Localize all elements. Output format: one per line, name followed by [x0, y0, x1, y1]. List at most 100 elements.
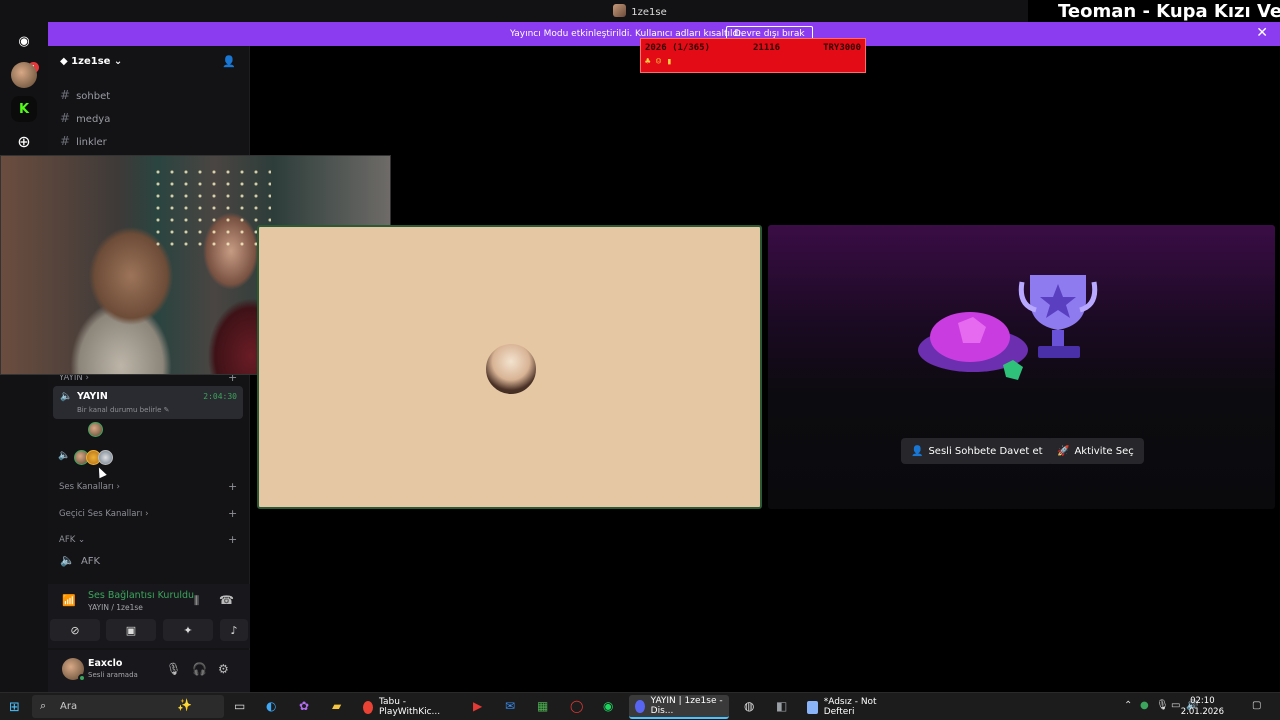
voice-participant-tile[interactable] — [257, 225, 762, 509]
button-label: Aktivite Seç — [1074, 445, 1134, 457]
now-playing-overlay: Teoman - Kupa Kızı Ve Sinek — [1028, 0, 1280, 22]
obs-icon[interactable]: ◍ — [744, 699, 754, 713]
invite-to-voice-button[interactable]: 👤 Sesli Sohbete Davet et — [901, 438, 1053, 464]
button-label: Sesli Sohbete Davet et — [928, 445, 1043, 457]
channel-sohbet[interactable]: # sohbet — [60, 88, 110, 102]
user-status: Sesli aramada — [88, 671, 138, 679]
online-status-dot — [78, 674, 86, 682]
tray-app-icon[interactable]: ● — [1140, 700, 1149, 711]
capcut-icon[interactable]: ◧ — [776, 699, 787, 713]
microphone-icon[interactable]: 🎙 — [166, 662, 181, 676]
voice-channel-yayin[interactable]: 🔈 YAYIN Bir kanal durumu belirle ✎ 2:04:… — [53, 386, 243, 419]
activities-button[interactable]: ✦ — [163, 619, 213, 641]
add-user-icon: 👤 — [911, 445, 924, 457]
store-icon[interactable]: ▦ — [537, 699, 548, 713]
choose-activity-button[interactable]: 🚀 Aktivite Seç — [1047, 438, 1144, 464]
user-panel: Eaxclo Sesli aramada 🎙 🎧 ⚙ — [48, 650, 250, 692]
youtube-icon[interactable]: ▶ — [473, 699, 482, 713]
goal-count: 21116 — [753, 43, 781, 53]
server-icon-kick[interactable]: K — [11, 96, 37, 122]
add-server-icon[interactable]: ⊕ — [11, 128, 37, 154]
server-icon-1ze1se[interactable] — [11, 62, 37, 88]
taskbar-app-discord[interactable]: YAYIN | 1ze1se - Dis... — [629, 695, 729, 719]
taskbar-app-notepad[interactable]: *Adsız - Not Defteri — [801, 695, 901, 719]
spotify-icon[interactable]: ◉ — [603, 699, 613, 713]
invite-people-icon[interactable]: 👤 — [222, 55, 236, 68]
hash-icon: # — [60, 134, 71, 148]
speaker-icon: 🔈 — [60, 553, 75, 567]
category-label: Ses Kanalları — [59, 482, 114, 492]
screen-share-button[interactable]: ▣ — [106, 619, 156, 641]
file-explorer-icon[interactable]: ▰ — [332, 699, 341, 713]
server-avatar-icon — [613, 4, 627, 17]
opera-icon[interactable]: ◯ — [570, 699, 583, 713]
hash-icon: # — [60, 88, 71, 102]
disconnect-icon[interactable]: ☎ — [219, 593, 234, 607]
voice-channel-afk[interactable]: 🔈 AFK — [60, 553, 100, 567]
rocket-icon: 🚀 — [1057, 445, 1070, 457]
voice-connected-subtitle[interactable]: YAYIN / 1ze1se — [88, 603, 143, 612]
windows-start-icon[interactable]: ⊞ — [9, 700, 20, 715]
taskbar-search[interactable]: ⌕ Ara ✨ — [32, 695, 224, 718]
server-name-text: 1ze1se — [71, 56, 111, 67]
noise-suppression-icon[interactable]: ⫼ — [194, 594, 199, 608]
voice-channel-timer: 2:04:30 — [203, 392, 237, 401]
category-gecici-ses-kanallari[interactable]: Geçici Ses Kanalları › — [59, 509, 148, 519]
channel-label: sohbet — [76, 91, 111, 102]
task-view-icon[interactable]: ▭ — [234, 699, 245, 713]
search-placeholder: Ara — [60, 701, 78, 712]
add-channel-icon[interactable]: + — [228, 507, 237, 520]
camera-off-button[interactable]: ⊘ — [50, 619, 100, 641]
category-label: Geçici Ses Kanalları — [59, 509, 143, 519]
search-icon: ⌕ — [40, 699, 47, 712]
clock-date: 2.01.2026 — [1180, 707, 1224, 717]
headphones-icon[interactable]: 🎧 — [192, 662, 207, 676]
voice-channel-status[interactable]: Bir kanal durumu belirle ✎ — [77, 406, 170, 414]
category-label: AFK — [59, 535, 76, 545]
username[interactable]: Eaxclo — [88, 658, 122, 669]
goal-progress: 2026 (1/365) — [645, 43, 711, 53]
channel-medya[interactable]: # medya — [60, 111, 110, 125]
avatar[interactable] — [88, 422, 103, 437]
copilot-icon[interactable]: ✿ — [299, 699, 309, 713]
activity-invite-tile: 👤 Sesli Sohbete Davet et 🚀 Aktivite Seç — [768, 225, 1275, 509]
close-icon[interactable]: ✕ — [1256, 25, 1268, 41]
taskbar-app-chrome[interactable]: Tabu - PlayWithKic... — [357, 695, 455, 719]
discord-home-icon[interactable]: ◉ — [11, 28, 37, 54]
voice-connected-title[interactable]: Ses Bağlantısı Kuruldu — [88, 590, 194, 601]
microphone-icon[interactable]: 🎙 — [1156, 700, 1169, 711]
goal-icons: ♣ ☺ ▮ — [645, 57, 673, 67]
taskbar-app-label: Tabu - PlayWithKic... — [379, 697, 441, 717]
speaker-icon: 🔈 — [60, 391, 73, 402]
gear-icon[interactable]: ⚙ — [218, 662, 229, 676]
windows-taskbar: ⊞ ⌕ Ara ✨ ▭ ◐ ✿ ▰ Tabu - PlayWithKic... … — [0, 692, 1280, 720]
category-ses-kanallari[interactable]: Ses Kanalları › — [59, 482, 120, 492]
speaker-icon: 🔈 — [58, 450, 71, 461]
signal-icon: 📶 — [62, 594, 76, 607]
voice-channel-name: YAYIN — [77, 391, 108, 402]
avatar — [484, 342, 538, 396]
soundboard-button[interactable]: ♪ — [220, 619, 248, 641]
add-channel-icon[interactable]: + — [228, 533, 237, 546]
avatar[interactable] — [98, 450, 113, 465]
chrome-icon — [363, 700, 373, 714]
notepad-icon — [807, 700, 818, 714]
edge-icon[interactable]: ◐ — [266, 699, 276, 713]
voice-connection-panel: 📶 Ses Bağlantısı Kuruldu YAYIN / 1ze1se … — [48, 584, 250, 648]
discord-icon — [635, 699, 645, 713]
add-channel-icon[interactable]: + — [228, 480, 237, 493]
clock-time: 02:10 — [1190, 696, 1215, 706]
taskbar-app-label: *Adsız - Not Defteri — [823, 697, 877, 717]
server-name-dropdown[interactable]: ◆ 1ze1se ⌄ — [60, 56, 122, 67]
mail-icon[interactable]: ✉ — [505, 699, 515, 713]
show-hidden-icons-chevron-icon[interactable]: ⌃ — [1124, 700, 1132, 711]
stream-goal-widget: 2026 (1/365) 21116 TRY3000 ♣ ☺ ▮ — [640, 38, 866, 73]
clock[interactable]: 02:10 2.01.2026 — [1181, 696, 1224, 718]
channel-linkler[interactable]: # linkler — [60, 134, 107, 148]
category-afk[interactable]: AFK ⌄ — [59, 535, 85, 545]
channel-label: linkler — [76, 137, 107, 148]
notification-icon[interactable]: ▢ — [1252, 700, 1261, 711]
search-highlight-icon: ✨ — [177, 698, 192, 712]
network-icon[interactable]: ▭ — [1171, 700, 1180, 711]
goal-amount: TRY3000 — [823, 43, 861, 53]
